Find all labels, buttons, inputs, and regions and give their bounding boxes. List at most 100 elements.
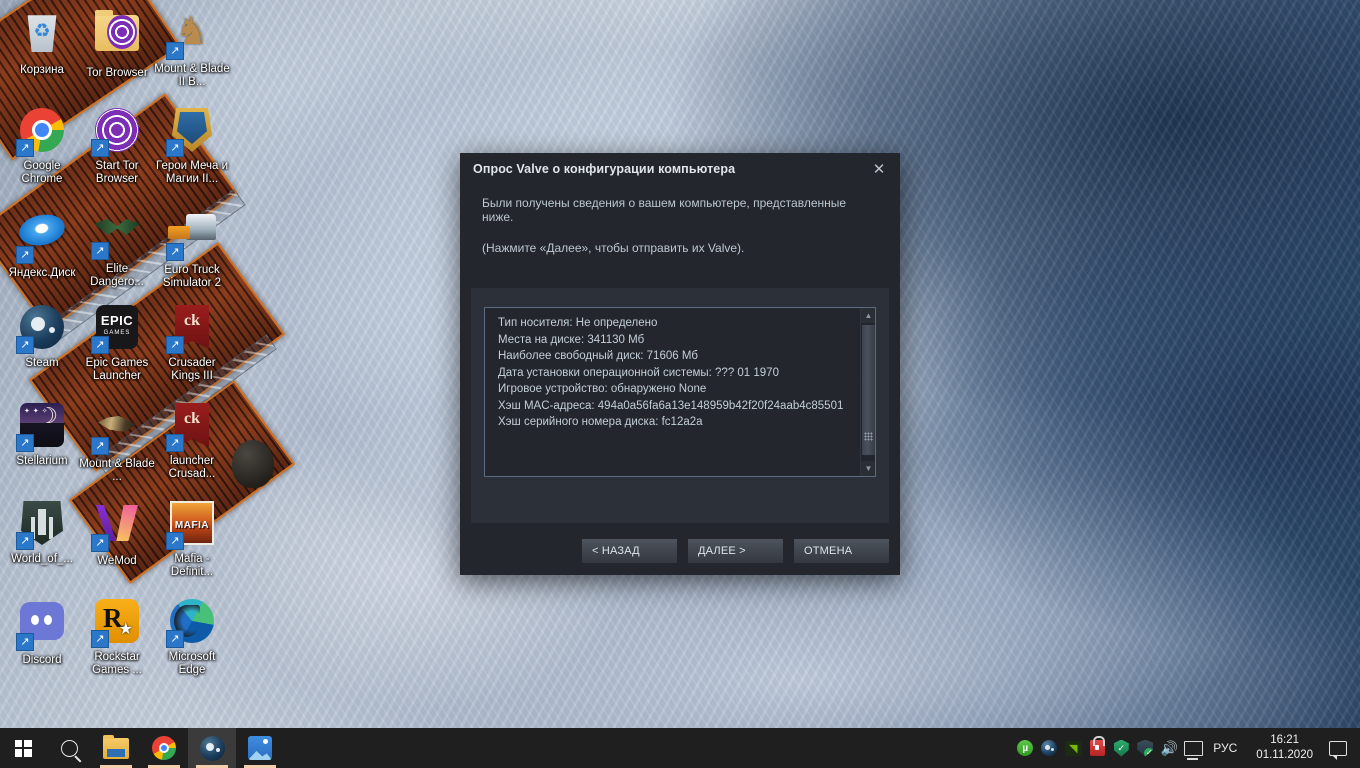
discord-icon <box>16 602 66 651</box>
desktop-icon[interactable]: Rockstar Games ... <box>79 597 155 677</box>
tray-utorrent-icon[interactable]: µ <box>1013 728 1037 768</box>
shortcut-arrow-icon <box>166 243 184 261</box>
shortcut-arrow-icon <box>166 532 184 550</box>
tray-nvidia-icon[interactable]: ◥ <box>1061 728 1085 768</box>
shortcut-arrow-icon <box>166 336 184 354</box>
shortcut-arrow-icon <box>166 630 184 648</box>
desktop-icon[interactable]: World_of_... <box>4 499 80 566</box>
taskbar-file-explorer[interactable] <box>92 728 140 768</box>
tray-defender-icon[interactable] <box>1133 728 1157 768</box>
hardware-info-line: Игровое устройство: обнаружено None <box>498 383 707 395</box>
desktop-icon[interactable]: EPICGAMES Epic Games Launcher <box>79 303 155 383</box>
shortcut-arrow-icon <box>166 139 184 157</box>
desktop-icon[interactable]: Euro Truck Simulator 2 <box>154 205 230 290</box>
desktop-icon[interactable]: Корзина <box>4 8 80 77</box>
desktop-icon-label: Mount & Blade II B... <box>154 63 230 88</box>
desktop-icon-label: launcher Crusad... <box>168 455 216 480</box>
tray-steam-icon[interactable] <box>1037 728 1061 768</box>
tray-antivirus-icon[interactable]: ✓ <box>1109 728 1133 768</box>
clock[interactable]: 16:21 01.11.2020 <box>1247 733 1322 763</box>
tray-network-icon[interactable] <box>1181 728 1205 768</box>
scroll-up-icon[interactable]: ▲ <box>861 308 875 323</box>
steam-icon <box>199 735 225 761</box>
taskbar-app-list <box>92 728 284 768</box>
desktop-icon-label: World_of_... <box>11 553 73 565</box>
desktop-icon-label: WeMod <box>97 555 137 567</box>
shortcut-arrow-icon <box>16 532 34 550</box>
speaker-icon: 🔊 <box>1160 739 1178 756</box>
desktop-icon[interactable]: Tor Browser <box>79 8 155 80</box>
truck-icon <box>166 212 216 261</box>
next-button[interactable]: ДАЛЕЕ > <box>688 539 783 563</box>
steam-icon <box>16 305 66 354</box>
dialog-intro-line-2: (Нажмите «Далее», чтобы отправить их Val… <box>482 241 745 255</box>
desktop-icon[interactable]: Mount & Blade II B... <box>154 8 230 89</box>
shortcut-arrow-icon <box>91 139 109 157</box>
shortcut-arrow-icon <box>166 434 184 452</box>
taskbar-photos[interactable] <box>236 728 284 768</box>
clock-time: 16:21 <box>1270 734 1300 746</box>
ck-icon <box>166 305 216 354</box>
desktop-icon-label: Tor Browser <box>86 67 148 79</box>
language-indicator[interactable]: РУС <box>1205 741 1247 755</box>
shortcut-arrow-icon <box>166 42 184 60</box>
desktop-icon[interactable]: Stellarium <box>4 401 80 468</box>
desktop-icon-label: Microsoft Edge <box>168 651 216 676</box>
desktop-icon-label: Герои Меча и Магии II... <box>156 160 228 185</box>
listbox-scrollbar[interactable]: ▲ ▼ <box>860 308 875 476</box>
desktop-icon-label: Discord <box>22 654 62 666</box>
desktop-icon[interactable]: Crusader Kings III <box>154 303 230 383</box>
hardware-info-listbox[interactable]: Тип носителя: Не определено Места на диск… <box>484 307 876 477</box>
taskbar-google-chrome[interactable] <box>140 728 188 768</box>
system-tray: µ ◥ ✓ 🔊 РУС 1 <box>1013 728 1360 768</box>
desktop-icon-label: Elite Dangero... <box>90 263 144 288</box>
steam-icon <box>1041 740 1058 756</box>
scrollbar-thumb[interactable] <box>862 325 875 455</box>
desktop-icon[interactable]: WeMod <box>79 499 155 568</box>
desktop-icon-label: Start Tor Browser <box>95 160 139 185</box>
start-button[interactable] <box>0 728 46 768</box>
desktop-icon[interactable]: Start Tor Browser <box>79 106 155 186</box>
mafia-icon <box>166 501 216 550</box>
desktop-icon[interactable]: Google Chrome <box>4 106 80 186</box>
desktop-icon-label: Mafia - Definit... <box>170 553 214 578</box>
recycle-icon <box>18 12 66 60</box>
desktop-icon-label: Яндекс.Диск <box>8 267 76 279</box>
close-icon[interactable]: ✕ <box>866 157 892 181</box>
desktop-icon[interactable]: Microsoft Edge <box>154 597 230 677</box>
notification-center-button[interactable] <box>1322 728 1354 768</box>
dialog-titlebar[interactable]: Опрос Valve о конфигурации компьютера ✕ <box>460 153 900 185</box>
hardware-info-line: Хэш серийного номера диска: fc12a2a <box>498 416 703 428</box>
desktop-icon-label: Epic Games Launcher <box>85 357 149 382</box>
ck-icon <box>166 403 216 452</box>
scroll-down-icon[interactable]: ▼ <box>861 461 875 476</box>
tray-security-lock-icon[interactable] <box>1085 728 1109 768</box>
dialog-body: Были получены сведения о вашем компьютер… <box>460 185 900 255</box>
shortcut-arrow-icon <box>91 534 109 552</box>
valve-hardware-survey-dialog: Опрос Valve о конфигурации компьютера ✕ … <box>460 153 900 575</box>
shortcut-arrow-icon <box>16 139 34 157</box>
desktop-icon[interactable]: Яндекс.Диск <box>4 205 80 280</box>
back-button[interactable]: < НАЗАД <box>582 539 677 563</box>
desktop-icon-label: Mount & Blade ... <box>79 458 155 483</box>
chrome-icon <box>16 108 66 157</box>
desktop-icon[interactable]: launcher Crusad... <box>154 401 230 481</box>
search-button[interactable] <box>46 728 92 768</box>
file-explorer-icon <box>103 734 129 759</box>
tray-volume-icon[interactable]: 🔊 <box>1157 728 1181 768</box>
dialog-title: Опрос Valve о конфигурации компьютера <box>473 162 736 176</box>
cancel-button[interactable]: ОТМЕНА <box>794 539 889 563</box>
scrollbar-grip <box>864 432 873 441</box>
desktop-icon[interactable]: Mount & Blade ... <box>79 401 155 484</box>
wemod-icon <box>91 503 141 552</box>
desktop-icon[interactable]: Discord <box>4 597 80 667</box>
desktop-icon[interactable]: Elite Dangero... <box>79 205 155 289</box>
taskbar-steam[interactable] <box>188 728 236 768</box>
mb2-icon <box>91 406 141 455</box>
desktop-icon[interactable]: Герои Меча и Магии II... <box>154 106 230 186</box>
nvidia-icon: ◥ <box>1064 740 1082 756</box>
folder-icon <box>93 10 141 63</box>
desktop-icon[interactable]: Mafia - Definit... <box>154 499 230 579</box>
hardware-info-line: Места на диске: 341130 Мб <box>498 333 645 346</box>
desktop-icon[interactable]: Steam <box>4 303 80 370</box>
